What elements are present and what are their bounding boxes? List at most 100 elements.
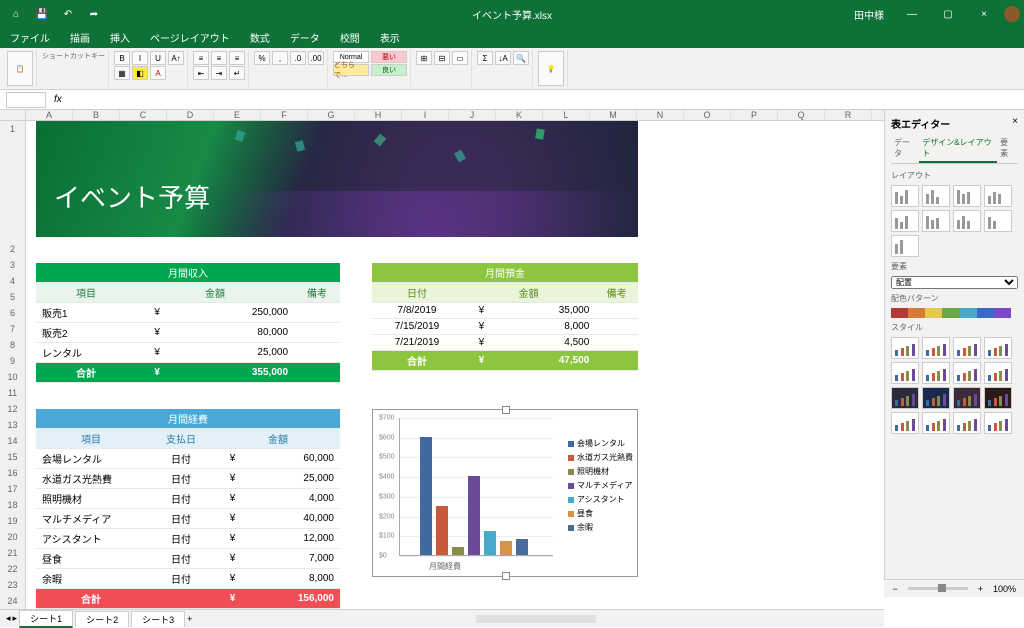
table-row[interactable]: 販売1¥250,000 (36, 303, 340, 323)
col-header[interactable]: C (120, 110, 167, 120)
row-header[interactable]: 22 (0, 561, 25, 577)
zoom-out-button[interactable]: − (892, 584, 897, 594)
style-thumb[interactable] (891, 412, 919, 434)
menu-insert[interactable]: 挿入 (100, 28, 140, 48)
style-thumb[interactable] (922, 337, 950, 359)
layout-thumb[interactable] (953, 210, 981, 232)
align-right-button[interactable]: ≡ (229, 51, 245, 65)
col-header[interactable]: N (637, 110, 684, 120)
italic-button[interactable]: I (132, 51, 148, 65)
avatar[interactable] (1004, 6, 1020, 22)
font-size-up-button[interactable]: A↑ (168, 51, 184, 65)
menu-draw[interactable]: 描画 (60, 28, 100, 48)
row-header[interactable]: 6 (0, 305, 25, 321)
style-thumb[interactable] (922, 387, 950, 409)
bold-button[interactable]: B (114, 51, 130, 65)
indent-increase-button[interactable]: ⇥ (211, 66, 227, 80)
add-sheet-button[interactable]: + (187, 614, 192, 624)
row-header[interactable]: 24 (0, 593, 25, 609)
col-header[interactable]: L (543, 110, 590, 120)
style-thumb[interactable] (953, 387, 981, 409)
color-placement-select[interactable]: 配置 (891, 276, 1018, 289)
fx-icon[interactable]: fx (54, 94, 62, 105)
fill-color-button[interactable]: ◧ (132, 66, 148, 80)
save-icon[interactable]: 💾 (36, 8, 48, 20)
table-row[interactable]: レンタル¥25,000 (36, 343, 340, 363)
format-cells-button[interactable]: ▭ (452, 51, 468, 65)
font-color-button[interactable]: A (150, 66, 166, 80)
layout-thumb[interactable] (984, 210, 1012, 232)
color-palette[interactable] (891, 308, 1011, 318)
col-header[interactable]: D (167, 110, 214, 120)
menu-pagelayout[interactable]: ページレイアウト (140, 28, 240, 48)
row-header[interactable]: 4 (0, 273, 25, 289)
maximize-button[interactable]: ▢ (932, 0, 964, 28)
zoom-slider[interactable] (908, 587, 968, 590)
row-header[interactable]: 7 (0, 321, 25, 337)
col-header[interactable]: H (355, 110, 402, 120)
layout-thumb[interactable] (922, 185, 950, 207)
cell-style-bad[interactable]: 悪い (371, 51, 407, 63)
row-header[interactable]: 11 (0, 385, 25, 401)
table-row[interactable]: 7/21/2019¥4,500 (372, 335, 638, 351)
col-header[interactable]: K (496, 110, 543, 120)
select-all-corner[interactable] (0, 110, 26, 120)
sheet-tab-1[interactable]: シート1 (19, 610, 73, 628)
style-thumb[interactable] (922, 362, 950, 384)
delete-cells-button[interactable]: ⊟ (434, 51, 450, 65)
close-button[interactable]: × (968, 0, 1000, 28)
style-thumb[interactable] (984, 387, 1012, 409)
horizontal-scrollbar[interactable] (476, 615, 596, 623)
row-header[interactable]: 9 (0, 353, 25, 369)
table-row[interactable]: 照明機材日付¥4,000 (36, 489, 340, 509)
ideas-button[interactable]: 💡 (538, 51, 564, 86)
col-header[interactable]: O (684, 110, 731, 120)
menu-review[interactable]: 校閲 (330, 28, 370, 48)
minimize-button[interactable]: — (896, 0, 928, 28)
undo-icon[interactable]: ↶ (62, 8, 74, 20)
autosum-button[interactable]: Σ (477, 51, 493, 65)
row-header[interactable]: 17 (0, 481, 25, 497)
table-row[interactable]: 昼食日付¥7,000 (36, 549, 340, 569)
style-thumb[interactable] (953, 337, 981, 359)
menu-formula[interactable]: 数式 (240, 28, 280, 48)
style-thumb[interactable] (984, 337, 1012, 359)
decimal-increase-button[interactable]: .0 (290, 51, 306, 65)
row-header[interactable]: 16 (0, 465, 25, 481)
panel-tab-data[interactable]: データ (891, 135, 919, 163)
col-header[interactable]: P (731, 110, 778, 120)
chart[interactable]: 月間経費 会場レンタル水道ガス光熱費照明機材マルチメディアアシスタント昼食余暇 … (372, 409, 638, 577)
col-header[interactable]: B (73, 110, 120, 120)
sheet-nav-first-icon[interactable]: ◂ (6, 613, 11, 624)
style-thumb[interactable] (891, 337, 919, 359)
col-header[interactable]: A (26, 110, 73, 120)
layout-thumb[interactable] (922, 210, 950, 232)
style-thumb[interactable] (891, 387, 919, 409)
table-row[interactable]: 水道ガス光熱費日付¥25,000 (36, 469, 340, 489)
row-header[interactable]: 15 (0, 449, 25, 465)
menu-file[interactable]: ファイル (0, 28, 60, 48)
layout-thumb[interactable] (891, 210, 919, 232)
style-thumb[interactable] (953, 412, 981, 434)
style-thumb[interactable] (953, 362, 981, 384)
col-header[interactable]: Q (778, 110, 825, 120)
row-header[interactable]: 14 (0, 433, 25, 449)
format-percent-button[interactable]: % (254, 51, 270, 65)
find-button[interactable]: 🔍 (513, 51, 529, 65)
row-header[interactable]: 13 (0, 417, 25, 433)
panel-close-icon[interactable]: × (1012, 116, 1018, 127)
sort-button[interactable]: ↓A (495, 51, 511, 65)
panel-tab-design[interactable]: デザイン&レイアウト (919, 135, 997, 163)
insert-cells-button[interactable]: ⊞ (416, 51, 432, 65)
cell-style-neutral[interactable]: どちらで… (333, 64, 369, 76)
table-row[interactable]: アシスタント日付¥12,000 (36, 529, 340, 549)
col-header[interactable]: G (308, 110, 355, 120)
layout-thumb[interactable] (891, 185, 919, 207)
row-header[interactable]: 8 (0, 337, 25, 353)
row-header[interactable]: 20 (0, 529, 25, 545)
table-row[interactable]: マルチメディア日付¥40,000 (36, 509, 340, 529)
row-header[interactable]: 19 (0, 513, 25, 529)
panel-tab-elements[interactable]: 要素 (997, 135, 1018, 163)
row-header[interactable]: 12 (0, 401, 25, 417)
row-header[interactable]: 1 (0, 121, 25, 241)
